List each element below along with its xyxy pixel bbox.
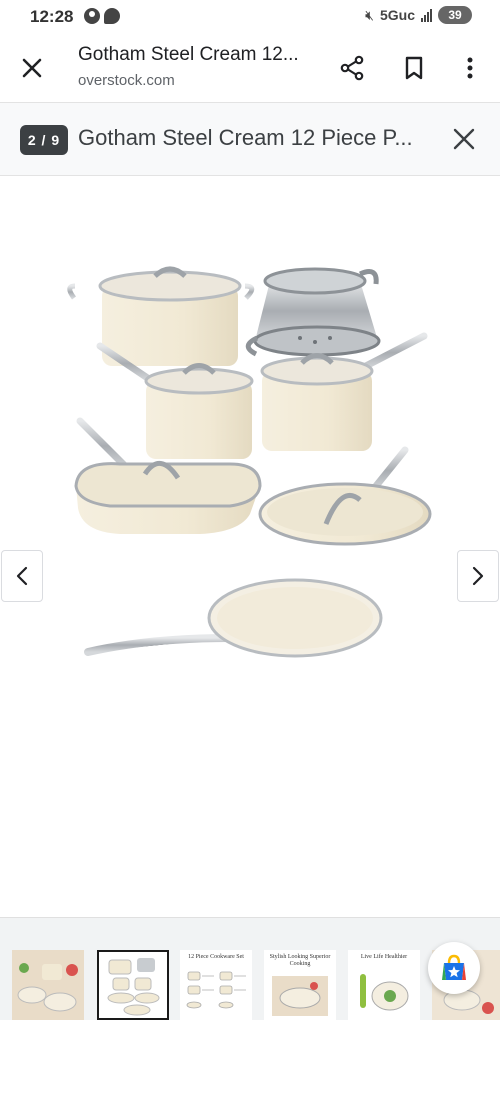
thumbnail-1[interactable] bbox=[12, 950, 84, 1020]
stock-pot bbox=[67, 266, 255, 366]
fry-pan-lidded bbox=[258, 446, 432, 546]
page-url: overstock.com bbox=[78, 72, 175, 89]
network-label: 5Guc bbox=[379, 7, 415, 23]
image-viewer-bar: 2 / 9 Gotham Steel Cream 12 Piece P... bbox=[0, 103, 500, 176]
thumbnail-5[interactable]: Live Life Healthier bbox=[348, 950, 420, 1020]
account-icon bbox=[84, 8, 100, 24]
close-viewer-button[interactable] bbox=[446, 121, 482, 157]
steamer-insert bbox=[245, 267, 381, 357]
close-icon bbox=[453, 128, 475, 150]
thumbnail-3[interactable]: 12 Piece Cookware Set bbox=[180, 950, 252, 1020]
more-options-button[interactable] bbox=[452, 50, 488, 86]
thumbnail-2[interactable] bbox=[97, 950, 169, 1020]
product-image bbox=[67, 266, 432, 658]
bookmark-icon bbox=[405, 56, 423, 80]
thumbnail-image bbox=[186, 971, 246, 1009]
previous-image-button[interactable] bbox=[1, 550, 43, 602]
browser-header: Gotham Steel Cream 12... overstock.com bbox=[0, 34, 500, 103]
thumbnail-4[interactable]: Stylish Looking Superior Cooking bbox=[264, 950, 336, 1020]
share-icon bbox=[340, 55, 364, 81]
status-bar: 12:28 🔇︎ 5Guc 39 bbox=[0, 0, 500, 34]
fry-pan-open bbox=[84, 578, 383, 658]
more-vert-icon bbox=[467, 57, 473, 79]
image-title: Gotham Steel Cream 12 Piece P... bbox=[78, 125, 413, 150]
mute-icon: 🔇︎ bbox=[365, 6, 374, 23]
thumbnail-strip: 12 Piece Cookware Set Stylish Looking Su… bbox=[0, 917, 500, 1028]
thumbnail-image bbox=[99, 952, 167, 1018]
status-time: 12:28 bbox=[30, 7, 74, 26]
signal-icon bbox=[421, 8, 432, 22]
image-stage bbox=[0, 176, 500, 916]
thumbnail-image bbox=[12, 950, 84, 1020]
image-counter: 2 / 9 bbox=[20, 125, 68, 155]
share-button[interactable] bbox=[334, 50, 370, 86]
close-icon bbox=[22, 58, 42, 78]
chevron-right-icon bbox=[472, 566, 484, 586]
chat-icon bbox=[104, 8, 120, 24]
thumbnail-image bbox=[360, 974, 409, 1011]
next-image-button[interactable] bbox=[457, 550, 499, 602]
page-title: Gotham Steel Cream 12... bbox=[78, 44, 299, 65]
shopping-bag-star-icon bbox=[442, 954, 466, 980]
battery-icon: 39 bbox=[438, 6, 472, 24]
close-button[interactable] bbox=[14, 50, 50, 86]
shopping-fab-button[interactable] bbox=[428, 942, 480, 994]
chevron-left-icon bbox=[16, 566, 28, 586]
bookmark-button[interactable] bbox=[396, 50, 432, 86]
notification-icons bbox=[84, 8, 120, 24]
bottom-area bbox=[0, 1020, 500, 1115]
thumbnail-image bbox=[272, 976, 328, 1016]
status-right: 🔇︎ 5Guc 39 bbox=[365, 6, 472, 24]
